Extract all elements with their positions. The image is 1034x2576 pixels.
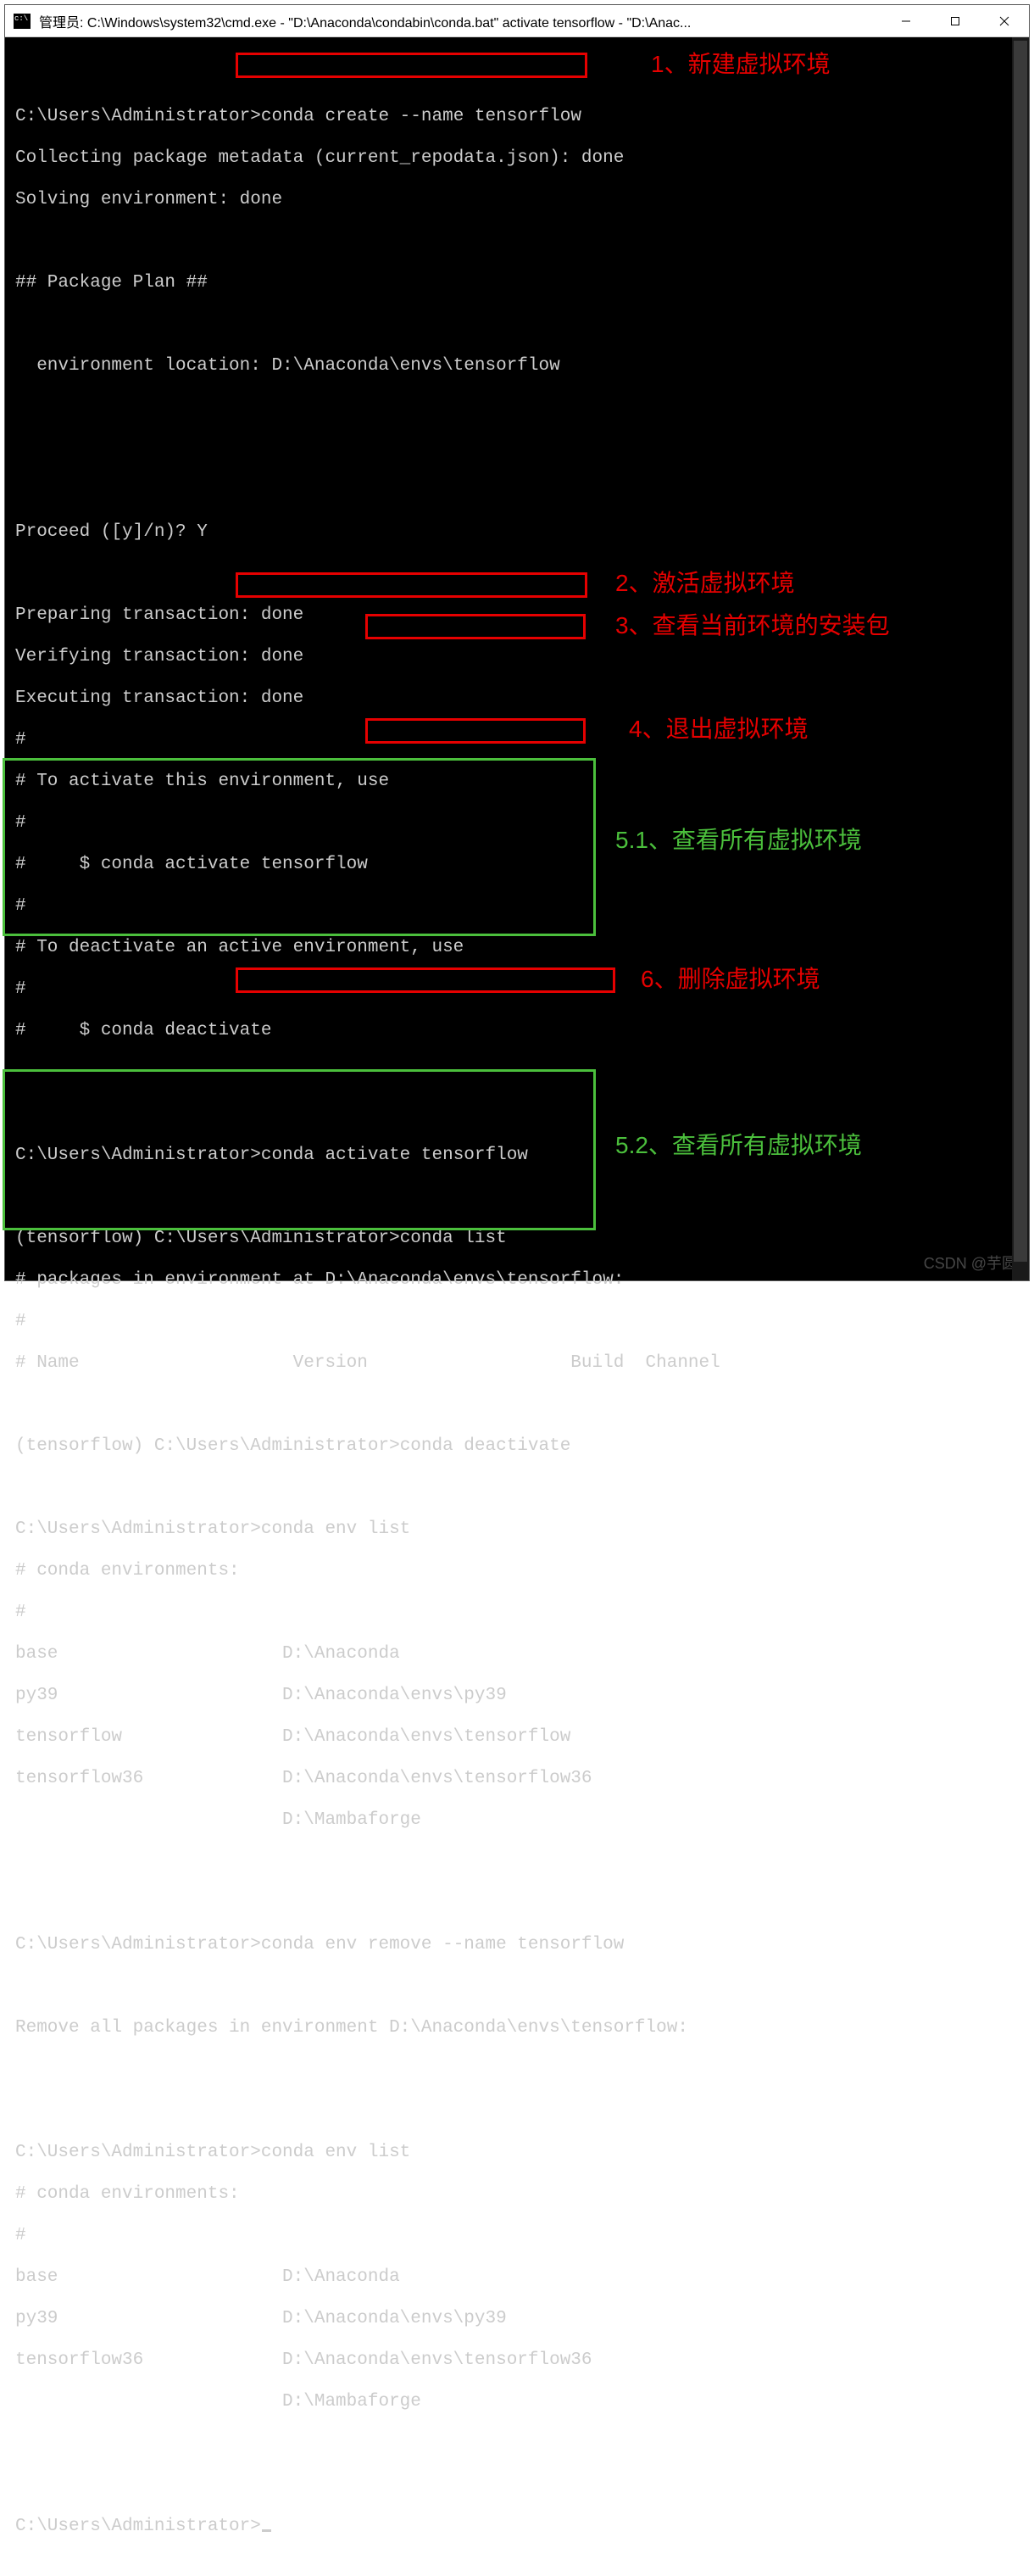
terminal-line: C:\Users\Administrator>conda create --na… [15,107,1029,128]
terminal-line [15,231,1029,253]
terminal-line [15,315,1029,336]
terminal-line: Verifying transaction: done [15,647,1029,668]
titlebar[interactable]: 管理员: C:\Windows\system32\cmd.exe - "D:\A… [5,5,1029,37]
terminal-line [15,1187,1029,1208]
terminal-line [15,564,1029,585]
terminal-line: base D:\Anaconda [15,2267,1029,2289]
terminal-line: C:\Users\Administrator>conda env list [15,1519,1029,1541]
terminal-line [15,1852,1029,1873]
cmd-window: 管理员: C:\Windows\system32\cmd.exe - "D:\A… [4,4,1030,1281]
terminal-line: C:\Users\Administrator>conda activate te… [15,1146,1029,1167]
terminal-line: environment location: D:\Anaconda\envs\t… [15,356,1029,377]
terminal-line [15,1062,1029,1084]
terminal-line: (tensorflow) C:\Users\Administrator>cond… [15,1436,1029,1458]
scrollbar[interactable] [1012,37,1029,1280]
terminal-line [15,481,1029,502]
terminal-line [15,65,1029,86]
terminal-line: Executing transaction: done [15,689,1029,710]
terminal-line: # [15,2226,1029,2247]
terminal-line: # To deactivate an active environment, u… [15,938,1029,959]
terminal-line: # $ conda activate tensorflow [15,855,1029,876]
terminal-line: # [15,896,1029,917]
terminal-line [15,439,1029,460]
scrollbar-thumb[interactable] [1014,41,1027,1262]
terminal-line: # conda environments: [15,2184,1029,2205]
terminal-line: Proceed ([y]/n)? Y [15,522,1029,544]
terminal-line: # [15,1603,1029,1624]
terminal-line: # [15,979,1029,1001]
terminal-line: C:\Users\Administrator>conda env list [15,2143,1029,2164]
terminal-line [15,1395,1029,1416]
watermark: CSDN @芋圆 [924,1253,1017,1274]
terminal-line [15,1893,1029,1915]
cmd-icon [14,14,31,29]
terminal-line: # [15,813,1029,834]
terminal-line: Solving environment: done [15,190,1029,211]
terminal-line: D:\Mambaforge [15,1810,1029,1832]
terminal-line: # To activate this environment, use [15,772,1029,793]
terminal-line: Remove all packages in environment D:\An… [15,2018,1029,2039]
terminal-line: # [15,1312,1029,1333]
minimize-button[interactable] [881,5,931,36]
terminal-line [15,2101,1029,2122]
cursor-icon [262,2529,271,2532]
terminal-line: py39 D:\Anaconda\envs\py39 [15,1686,1029,1707]
terminal-line [15,1478,1029,1499]
window-title: 管理员: C:\Windows\system32\cmd.exe - "D:\A… [39,11,870,31]
terminal-line [15,1977,1029,1998]
terminal-line: D:\Mambaforge [15,2392,1029,2413]
terminal-line [15,2475,1029,2496]
maximize-button[interactable] [931,5,980,36]
terminal-line: Collecting package metadata (current_rep… [15,148,1029,170]
terminal-line: C:\Users\Administrator>conda env remove … [15,1935,1029,1956]
terminal-line [15,2434,1029,2455]
terminal-line: # $ conda deactivate [15,1021,1029,1042]
terminal-line: # packages in environment at D:\Anaconda… [15,1270,1029,1291]
terminal-line: tensorflow36 D:\Anaconda\envs\tensorflow… [15,1769,1029,1790]
terminal-line: tensorflow36 D:\Anaconda\envs\tensorflow… [15,2350,1029,2372]
terminal-line: ## Package Plan ## [15,273,1029,294]
terminal-area[interactable]: C:\Users\Administrator>conda create --na… [5,37,1029,1280]
terminal-line: Preparing transaction: done [15,605,1029,627]
close-button[interactable] [980,5,1029,36]
terminal-line [15,1104,1029,1125]
terminal-line [15,2060,1029,2081]
terminal-line: # [15,730,1029,751]
terminal-line: # conda environments: [15,1561,1029,1582]
terminal-line: base D:\Anaconda [15,1644,1029,1665]
terminal-line [15,398,1029,419]
terminal-line: tensorflow D:\Anaconda\envs\tensorflow [15,1727,1029,1748]
terminal-line: C:\Users\Administrator> [15,2517,1029,2538]
window-controls [881,5,1029,36]
terminal-line: # Name Version Build Channel [15,1353,1029,1374]
terminal-line: py39 D:\Anaconda\envs\py39 [15,2309,1029,2330]
terminal-line: (tensorflow) C:\Users\Administrator>cond… [15,1229,1029,1250]
